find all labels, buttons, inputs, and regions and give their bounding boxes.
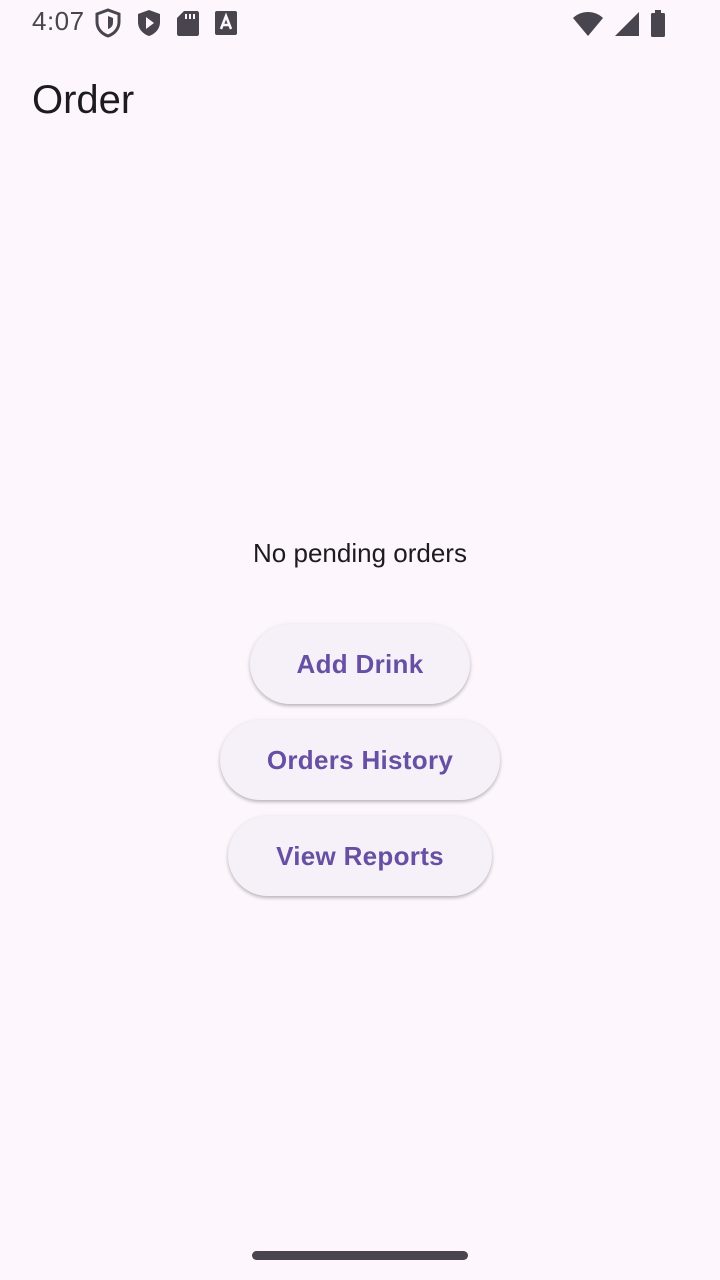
add-drink-button[interactable]: Add Drink bbox=[250, 624, 470, 704]
status-time: 4:07 bbox=[32, 6, 85, 36]
app-bar: Order bbox=[0, 56, 720, 152]
status-left-icons bbox=[94, 8, 238, 38]
page-title: Order bbox=[32, 78, 135, 122]
signal-icon bbox=[614, 11, 640, 37]
view-reports-button[interactable]: View Reports bbox=[228, 816, 492, 896]
status-right-icons bbox=[572, 10, 666, 38]
shield-outline-icon bbox=[94, 8, 122, 38]
empty-state-message: No pending orders bbox=[253, 538, 467, 568]
orders-history-button[interactable]: Orders History bbox=[220, 720, 500, 800]
font-a-icon bbox=[214, 10, 238, 36]
play-shield-icon bbox=[136, 8, 162, 38]
wifi-icon bbox=[572, 11, 604, 37]
gesture-navigation-handle[interactable] bbox=[252, 1251, 468, 1260]
sd-card-icon bbox=[176, 9, 200, 37]
status-bar: 4:07 bbox=[0, 0, 720, 48]
battery-icon bbox=[650, 10, 666, 38]
